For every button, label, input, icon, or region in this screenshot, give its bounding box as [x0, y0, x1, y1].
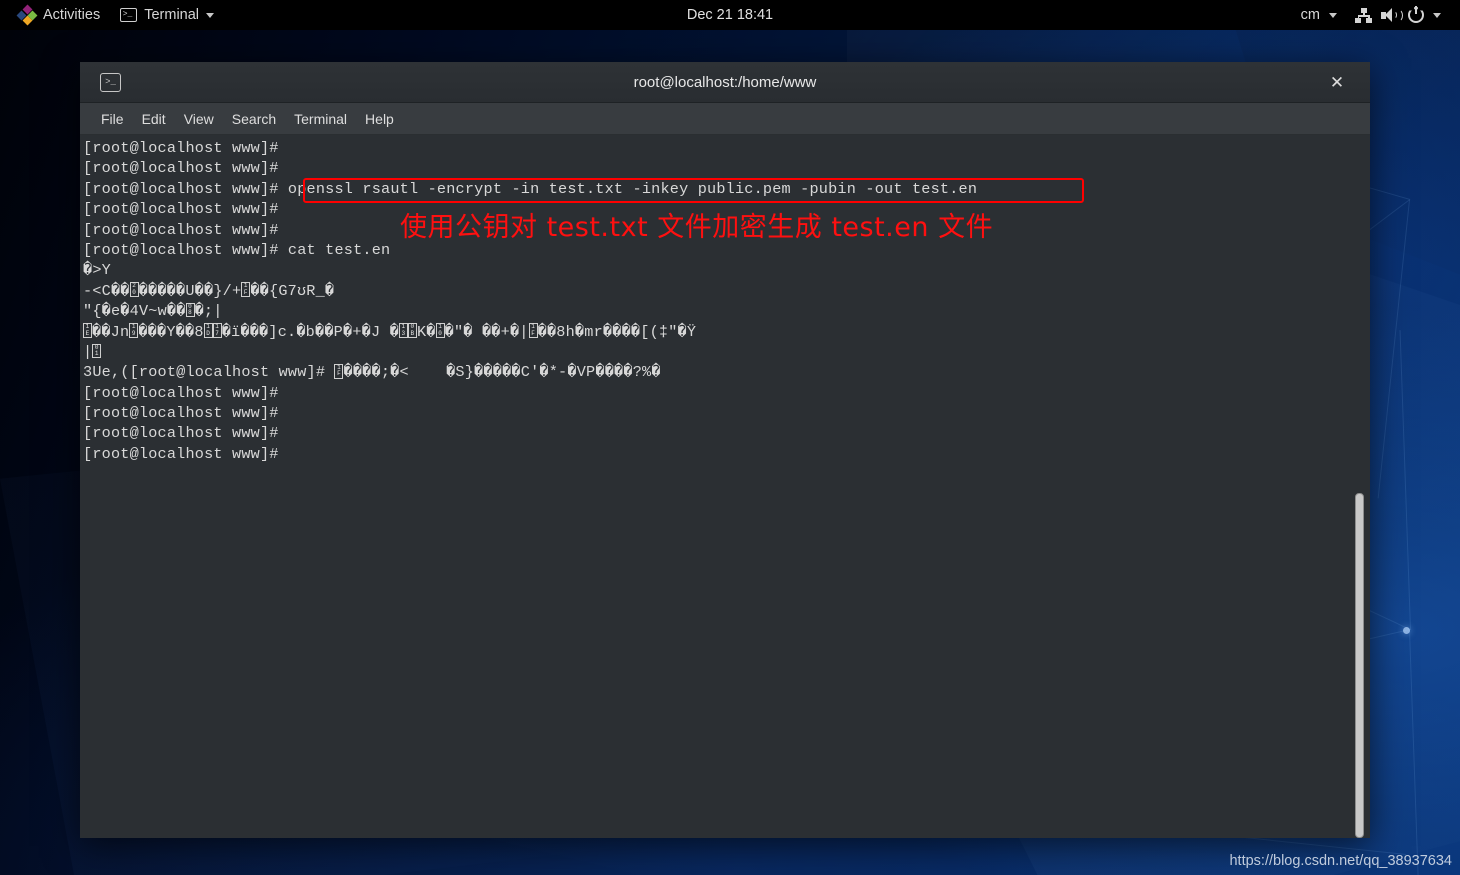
input-source-label: cm: [1300, 7, 1320, 23]
terminal-icon: >_: [120, 8, 138, 22]
menu-item-file[interactable]: File: [92, 108, 133, 130]
close-icon[interactable]: ✕: [1322, 67, 1352, 97]
terminal-prompt-line: [root@localhost www]#: [83, 444, 288, 463]
terminal-prompt-line: [root@localhost www]#: [83, 159, 288, 178]
control-char-glyph: 01: [92, 343, 102, 359]
terminal-icon: >_: [100, 72, 121, 92]
menu-item-edit[interactable]: Edit: [133, 108, 175, 130]
terminal-binary-line: -<C�� 2 0 �����U��}/+ 1 F ��{G7ʊR_�: [83, 281, 335, 300]
terminal-binary-line: 3Ue,([root@localhost www]# 1 F ����;�< �S}…: [83, 363, 661, 382]
chevron-down-icon: [1329, 12, 1337, 18]
activities-button[interactable]: Activities: [8, 0, 110, 30]
annotation-note: 使用公钥对 test.txt 文件加密生成 test.en 文件: [400, 212, 994, 243]
terminal-binary-line: 1 E ��Jn 1 9 ���Y��8 1 D 1 7 �ï���]c.�b��P�+�J � 1 3…: [83, 322, 1342, 342]
gnome-top-bar: Activities >_ Terminal Dec 21 18:41 cm: [0, 0, 1460, 30]
menu-item-terminal[interactable]: Terminal: [285, 108, 356, 130]
terminal-output[interactable]: [root@localhost www]# [root@localhost ww…: [83, 138, 1342, 464]
control-char-glyph: 1F: [528, 323, 538, 338]
scrollbar-track[interactable]: [1352, 135, 1366, 838]
top-bar-right: cm: [1292, 0, 1460, 30]
terminal-binary-line: "{�e�4V~w�� 0 8 �;|: [83, 302, 223, 321]
chevron-down-icon: [1433, 12, 1441, 18]
power-icon: [1408, 6, 1424, 23]
terminal-window[interactable]: >_ root@localhost:/home/www ✕ File Edit …: [80, 62, 1370, 838]
top-bar-left: Activities >_ Terminal: [0, 0, 224, 30]
terminal-prompt-line: [root@localhost www]#: [83, 404, 288, 423]
app-menu-button[interactable]: >_ Terminal: [110, 0, 224, 30]
centos-logo-icon: [16, 4, 38, 26]
system-status-menu[interactable]: [1346, 0, 1450, 30]
window-title: root@localhost:/home/www: [633, 73, 817, 91]
input-source-button[interactable]: cm: [1292, 0, 1346, 30]
menu-item-help[interactable]: Help: [356, 108, 403, 130]
network-icon: [1355, 7, 1372, 23]
watermark: https://blog.csdn.net/qq_38937634: [1229, 853, 1452, 869]
terminal-prompt-line: [root@localhost www]#: [83, 383, 288, 402]
control-char-glyph: 1E: [83, 323, 92, 338]
control-char-glyph: 0B: [407, 323, 417, 338]
control-char-glyph: 20: [129, 282, 139, 298]
terminal-binary-line: | 0 1: [83, 342, 1342, 362]
chevron-down-icon: [206, 12, 215, 18]
menu-bar: File Edit View Search Terminal Help: [80, 103, 1370, 135]
desktop: Activities >_ Terminal Dec 21 18:41 cm >…: [0, 0, 1460, 875]
terminal-prompt-line: [root@localhost www]#: [83, 424, 288, 443]
activities-label: Activities: [43, 7, 101, 23]
control-char-glyph: 1F: [241, 282, 251, 298]
menu-item-view[interactable]: View: [175, 108, 223, 130]
terminal-prompt-line: [root@localhost www]#: [83, 139, 288, 157]
window-titlebar[interactable]: >_ root@localhost:/home/www ✕: [80, 62, 1370, 103]
control-char-glyph: 10: [435, 323, 445, 338]
app-menu-label: Terminal: [144, 7, 200, 23]
terminal-prompt-line: [root@localhost www]# openssl rsautl -en…: [83, 179, 978, 198]
control-char-glyph: 19: [129, 323, 139, 338]
terminal-binary-line: �>Y: [83, 261, 111, 280]
scrollbar-thumb[interactable]: [1354, 493, 1364, 838]
menu-item-search[interactable]: Search: [223, 108, 285, 130]
control-char-glyph: 08: [185, 302, 195, 318]
volume-icon: [1381, 7, 1403, 23]
control-char-glyph: 17: [212, 323, 222, 338]
control-char-glyph: 1F: [334, 363, 344, 379]
control-char-glyph: 1D: [203, 323, 213, 338]
control-char-glyph: 13: [398, 323, 408, 338]
wallpaper-node: [1403, 627, 1410, 634]
